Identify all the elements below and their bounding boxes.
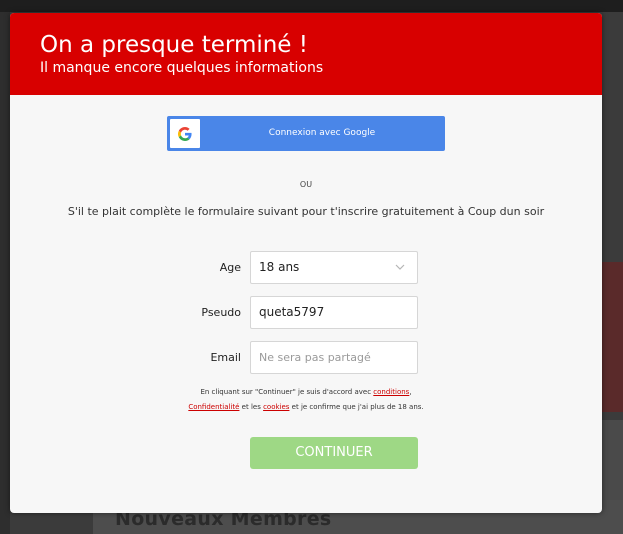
email-label: Email [210, 351, 241, 364]
age-select[interactable]: 18 ans [250, 251, 418, 284]
background-card [602, 420, 623, 500]
consent-text-line1: En cliquant sur "Continuer" je suis d'ac… [10, 388, 602, 396]
modal-header: On a presque terminé ! Il manque encore … [10, 13, 602, 95]
email-input-placeholder: Ne sera pas partagé [259, 351, 371, 364]
background-topbar [0, 0, 623, 12]
google-g-icon [170, 119, 200, 148]
age-label: Age [219, 261, 241, 274]
continue-button[interactable]: CONTINUER [250, 437, 418, 469]
separator-text: OU [299, 180, 313, 189]
google-login-label: Connexion avec Google [268, 128, 376, 138]
intro-text: S'il te plait complète le formulaire sui… [67, 205, 545, 218]
consent-text-line2: Confidentialité et les cookies et je con… [10, 403, 602, 411]
confidentialite-link[interactable]: Confidentialité [188, 403, 239, 411]
consent-text: et les [239, 403, 264, 411]
pseudo-input[interactable]: queta5797 [250, 296, 418, 329]
modal-title: On a presque terminé ! [40, 32, 308, 58]
email-input[interactable]: Ne sera pas partagé [250, 341, 418, 374]
signup-modal: On a presque terminé ! Il manque encore … [10, 13, 602, 513]
cookies-link[interactable]: cookies [263, 403, 289, 411]
consent-text: , [409, 388, 412, 396]
background-left-strip [0, 12, 10, 534]
pseudo-label: Pseudo [201, 306, 241, 319]
modal-subtitle: Il manque encore quelques informations [40, 60, 324, 76]
chevron-down-icon [395, 264, 405, 270]
pseudo-input-value: queta5797 [259, 305, 325, 319]
consent-text: et je confirme que j'ai plus de 18 ans. [289, 403, 424, 411]
conditions-link[interactable]: conditions [373, 388, 409, 396]
consent-text: En cliquant sur "Continuer" je suis d'ac… [200, 388, 374, 396]
background-card [602, 262, 623, 412]
age-select-value: 18 ans [259, 260, 300, 274]
google-login-button[interactable]: Connexion avec Google [167, 116, 445, 151]
